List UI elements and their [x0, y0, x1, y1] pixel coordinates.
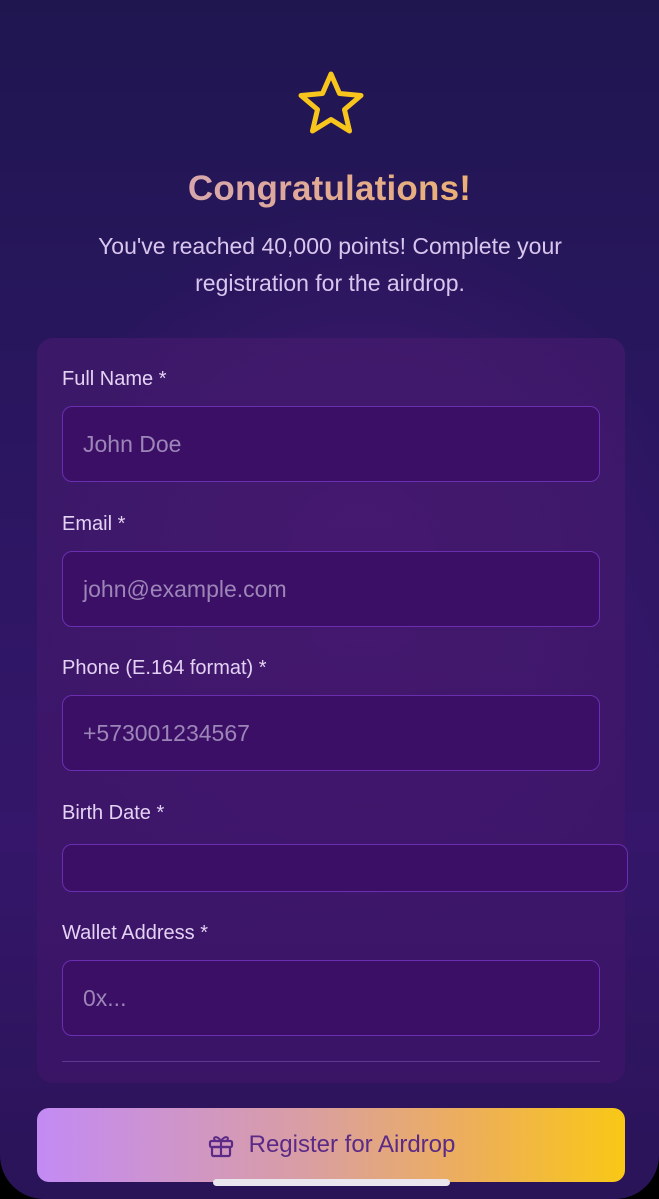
register-button-label: Register for Airdrop	[248, 1131, 456, 1158]
wallet-address-placeholder: 0x...	[83, 984, 127, 1011]
email-label: Email *	[62, 513, 126, 535]
home-indicator[interactable]	[213, 1179, 450, 1186]
gift-icon	[208, 1136, 233, 1158]
phone-label: Phone (E.164 format) *	[62, 657, 267, 679]
wallet-address-label: Wallet Address *	[62, 922, 208, 944]
email-placeholder: john@example.com	[83, 575, 287, 602]
full-name-label: Full Name *	[62, 368, 167, 390]
email-input[interactable]: john@example.com	[62, 551, 600, 627]
birth-date-input[interactable]	[62, 844, 628, 892]
wallet-address-input[interactable]: 0x...	[62, 960, 600, 1036]
full-name-input[interactable]: John Doe	[62, 406, 600, 482]
form-divider	[62, 1061, 600, 1062]
page-title: Congratulations!	[0, 168, 659, 210]
phone-input[interactable]: +573001234567	[62, 695, 600, 771]
phone-placeholder: +573001234567	[83, 719, 250, 746]
full-name-placeholder: John Doe	[83, 430, 182, 457]
register-airdrop-button[interactable]: Register for Airdrop	[37, 1108, 625, 1182]
page-subtitle: You've reached 40,000 points! Complete y…	[98, 233, 562, 296]
star-icon	[293, 70, 369, 136]
birth-date-label: Birth Date *	[62, 802, 165, 824]
airdrop-registration-screen: Congratulations! You've reached 40,000 p…	[0, 0, 659, 1199]
